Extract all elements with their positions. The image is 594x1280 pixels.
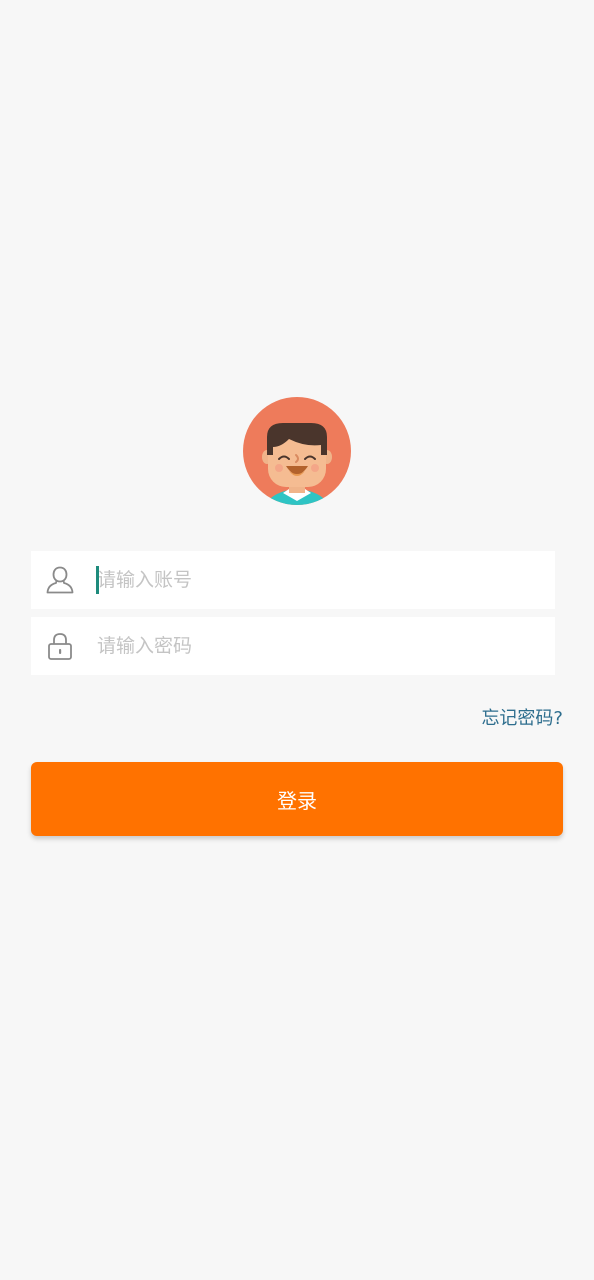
password-input[interactable] <box>95 617 545 675</box>
login-screen: 忘记密码? 登录 <box>0 0 594 1280</box>
text-cursor <box>96 566 99 594</box>
account-input[interactable] <box>95 551 545 609</box>
user-icon <box>45 565 75 595</box>
password-field <box>31 617 555 675</box>
login-button[interactable]: 登录 <box>31 762 563 836</box>
boy-avatar-icon <box>243 397 351 505</box>
account-field <box>31 551 555 609</box>
forgot-password-link[interactable]: 忘记密码? <box>481 705 563 733</box>
lock-icon <box>45 631 75 661</box>
avatar <box>243 397 351 505</box>
